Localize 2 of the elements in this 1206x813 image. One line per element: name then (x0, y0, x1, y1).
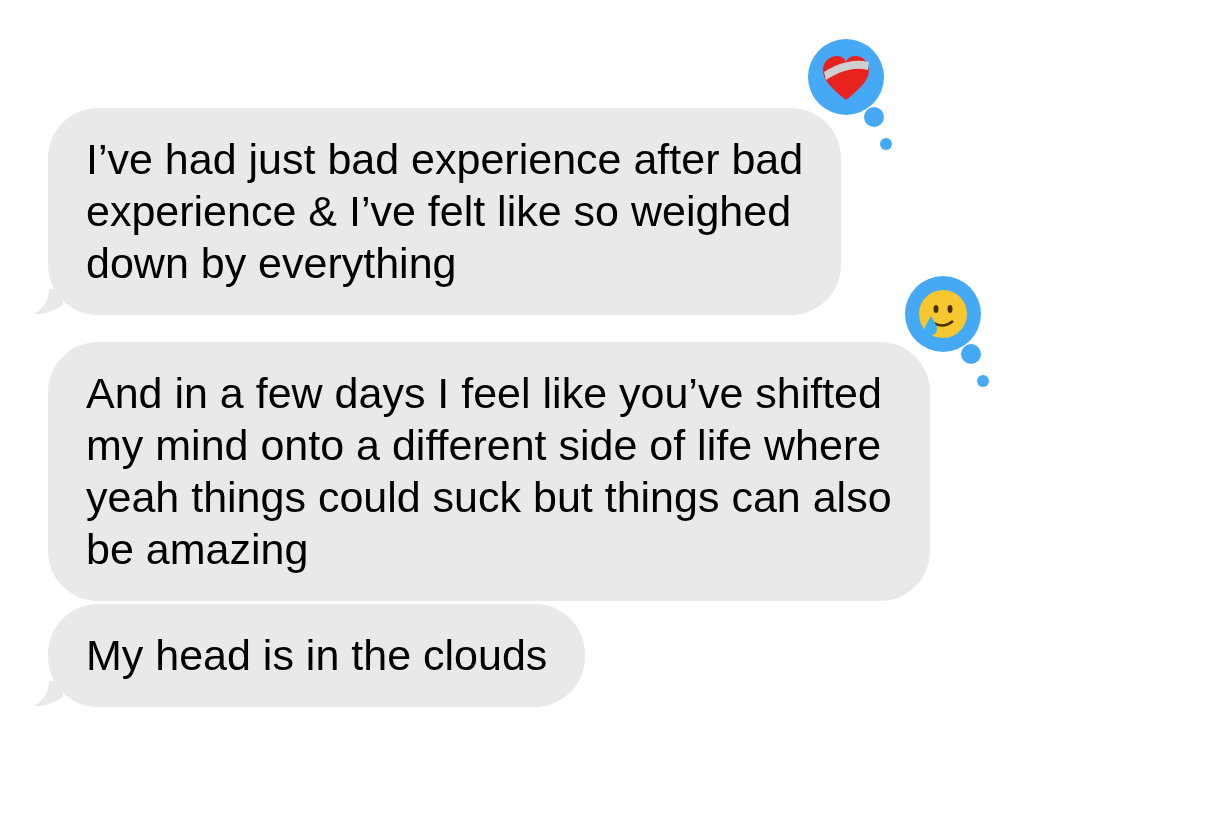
bandaged-heart-icon (823, 56, 870, 100)
crying-smile-icon (918, 290, 967, 338)
